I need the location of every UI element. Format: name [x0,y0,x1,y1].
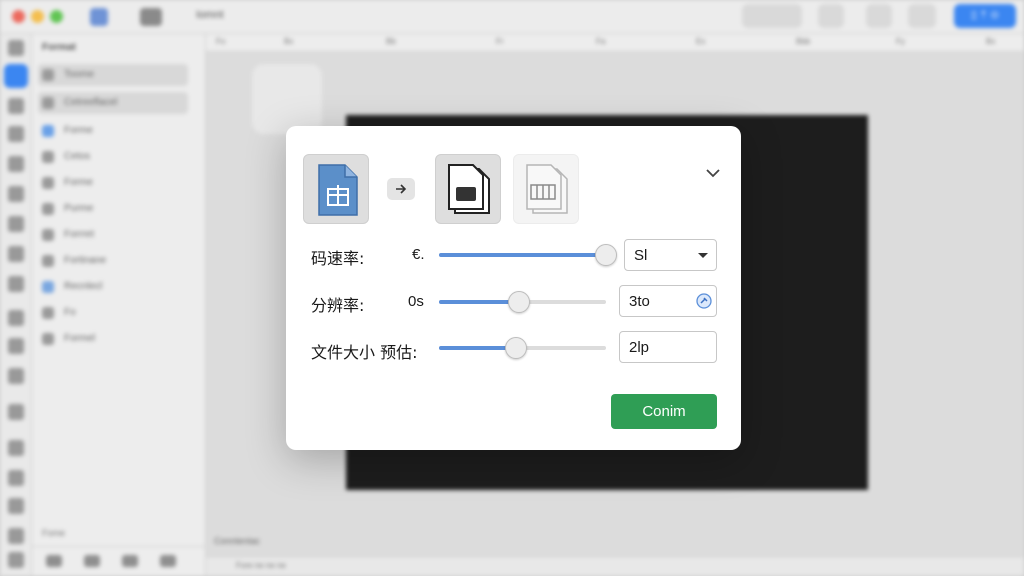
zoom-tool-icon[interactable] [8,498,24,514]
bottom-label: Conntentac [214,536,261,546]
bitrate-slider[interactable] [439,243,617,267]
fill-tool-icon[interactable] [8,98,24,114]
sidebar-item[interactable]: Cetreeflacel [38,92,188,114]
brush-tool-icon[interactable] [8,156,24,172]
alt-format-tile[interactable] [513,154,579,224]
resolution-label: 分辨率: [311,296,365,315]
sidebar-item[interactable]: Cetos [38,146,188,168]
filesize-field[interactable]: 2lp [619,331,717,363]
filesize-slider-knob[interactable] [504,337,527,359]
sidebar-item[interactable]: Formel [38,328,188,350]
bucket-tool-icon[interactable] [8,440,24,456]
sidebar-footer: Fome [42,528,66,538]
eyedropper-tool-icon[interactable] [8,276,24,292]
pencil-tool-icon[interactable] [8,246,24,262]
status-bar: Fore ne ne ne [206,556,1024,576]
grid-tab-icon[interactable] [84,555,100,567]
sidebar-tabs [32,546,206,576]
sidebar-item[interactable]: Fo [38,302,188,324]
target-format-tile[interactable] [435,154,501,224]
pen-tool-icon[interactable] [140,8,162,26]
sidebar-item[interactable]: Forrret [38,224,188,246]
document-stack-icon [448,164,490,214]
document-title: Iomnt [196,9,224,21]
select-tool-icon[interactable] [8,40,24,56]
minimize-window-icon[interactable] [31,10,44,23]
transform-tool-icon[interactable] [8,404,24,420]
line-tool-icon[interactable] [8,186,24,202]
convert-arrow [387,178,415,200]
share-button[interactable]: ▯ ⇡ ⊙ [954,4,1016,28]
history-tab-icon[interactable] [160,555,176,567]
arrow-right-icon [396,184,407,194]
resolution-value: 0s [408,293,424,310]
app-icon [90,8,108,26]
crop-tool-icon[interactable] [8,368,24,384]
sidebar-item[interactable]: Forme [38,120,188,142]
bitrate-dropdown[interactable]: Sl [624,239,717,271]
filesize-field-value: 2lp [629,339,650,356]
caret-down-icon [698,253,708,258]
eyedropper-icon[interactable] [696,293,712,309]
sidebar-header: Format [42,42,76,53]
rotate-tool-icon[interactable] [8,470,24,486]
document-grid-icon [526,164,568,214]
sidebar-item[interactable]: Toome [38,64,188,86]
text-tool-icon[interactable] [8,216,24,232]
bitrate-dropdown-value: Sl [634,247,648,264]
chevron-down-icon[interactable] [703,165,723,181]
bitrate-label: 码速率: [311,249,365,268]
bitrate-slider-knob[interactable] [595,244,617,266]
source-format-tile[interactable] [303,154,369,224]
close-window-icon[interactable] [12,10,25,23]
top-ruler: Fo Bx Bb Fr Fa Ex Bbb Fy Bx [206,34,1024,52]
resolution-field[interactable]: 3to [619,285,717,317]
sidebar-item[interactable]: Fortinane [38,250,188,272]
confirm-button[interactable]: Conim [611,394,717,429]
title-bar: Iomnt ▯ ⇡ ⊙ [0,0,1024,34]
comment-button[interactable] [818,4,844,28]
sidebar-item[interactable]: Recnlecl [38,276,188,298]
filesize-estimate-label: 文件大小 预估: [311,343,418,362]
resolution-field-value: 3to [629,293,650,310]
resolution-slider-knob[interactable] [508,291,531,313]
document-thumbnail[interactable] [252,64,322,134]
color-swatch-icon[interactable] [8,528,24,544]
sidebar-item[interactable]: Forme [38,172,188,194]
maximize-window-icon[interactable] [50,10,63,23]
resolution-slider[interactable] [439,290,606,314]
filesize-slider[interactable] [439,336,606,360]
pen-tool-icon[interactable] [8,126,24,142]
tool-strip [0,34,32,576]
comment-tab-icon[interactable] [122,555,138,567]
shape-tool-icon[interactable] [4,64,28,88]
sidebar-item[interactable]: Purme [38,198,188,220]
folder-icon[interactable] [8,552,24,568]
export-settings-dialog: 码速率: €. Sl 分辨率: 0s 3to 文件大小 预估: 2lp Coni… [286,126,741,450]
chat-button[interactable] [866,4,892,28]
playback-button[interactable] [742,4,802,28]
bitrate-value: €. [412,246,425,263]
document-gift-icon [318,164,358,216]
layers-tab-icon[interactable] [46,555,62,567]
lasso-tool-icon[interactable] [8,338,24,354]
format-sidebar: Format Toome Cetreeflacel Forme Cetos Fo… [32,34,206,576]
sticker-tool-icon[interactable] [8,310,24,326]
copy-button[interactable] [908,4,936,28]
